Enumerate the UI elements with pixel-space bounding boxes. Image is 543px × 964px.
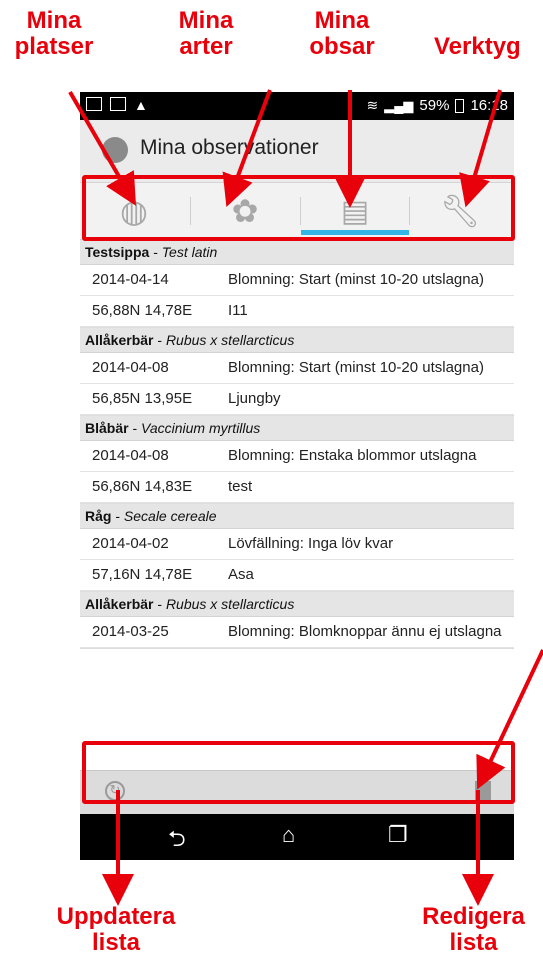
arrow-edit-pointer xyxy=(476,649,543,790)
arrow-species xyxy=(222,89,272,207)
arrow-places xyxy=(68,90,137,206)
annotation-arrows xyxy=(68,89,543,906)
arrow-tools xyxy=(459,89,502,208)
